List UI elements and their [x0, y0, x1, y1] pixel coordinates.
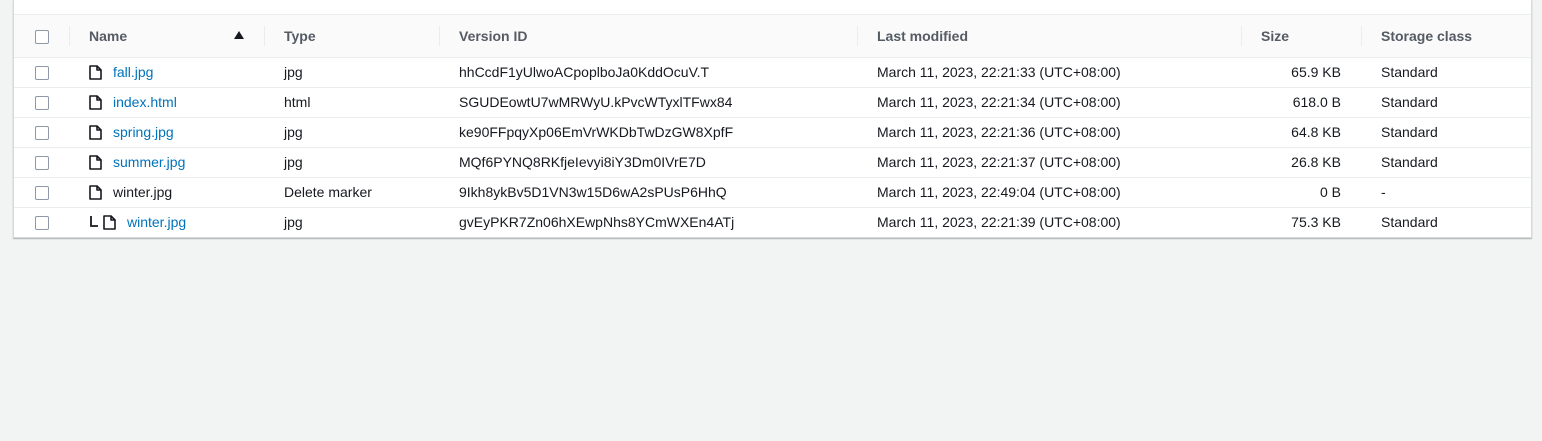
select-all-header	[14, 15, 69, 58]
name-cell: summer.jpg	[69, 147, 264, 178]
row-checkbox[interactable]	[35, 126, 49, 141]
column-header-version-id[interactable]: Version ID	[439, 15, 857, 58]
storage-class-cell: Standard	[1361, 117, 1531, 148]
object-name-link[interactable]: spring.jpg	[113, 124, 174, 140]
row-select-cell	[14, 147, 69, 178]
last-modified-cell: March 11, 2023, 22:21:36 (UTC+08:00)	[857, 117, 1241, 148]
row-checkbox[interactable]	[35, 186, 49, 201]
column-header-storage-class[interactable]: Storage class	[1361, 15, 1531, 58]
objects-table-panel: Name Type Version ID Last modified Size …	[13, 0, 1532, 238]
storage-class-cell: -	[1361, 177, 1531, 208]
storage-class-cell: Standard	[1361, 57, 1531, 88]
file-icon	[89, 95, 102, 110]
size-cell: 75.3 KB	[1291, 214, 1341, 231]
column-header-label: Last modified	[877, 27, 969, 44]
column-header-name[interactable]: Name	[69, 15, 264, 58]
row-select-cell	[14, 87, 69, 118]
last-modified-cell: March 11, 2023, 22:21:37 (UTC+08:00)	[857, 147, 1241, 178]
column-header-type[interactable]: Type	[264, 15, 439, 58]
row-checkbox[interactable]	[35, 156, 49, 171]
name-cell: fall.jpg	[69, 57, 264, 88]
column-header-label: Size	[1261, 27, 1290, 44]
version-id-cell: ke90FFpqyXp06EmVrWKDbTwDzGW8XpfF	[439, 117, 857, 148]
table-row: spring.jpg jpg ke90FFpqyXp06EmVrWKDbTwDz…	[14, 117, 1531, 148]
object-name-link[interactable]: winter.jpg	[127, 214, 186, 230]
table-row: winter.jpg Delete marker 9Ikh8ykBv5D1VN3…	[14, 177, 1531, 208]
size-cell: 65.9 KB	[1241, 57, 1361, 88]
table-row: summer.jpg jpg MQf6PYNQ8RKfjeIevyi8iY3Dm…	[14, 147, 1531, 178]
panel-top-strip	[14, 0, 1531, 15]
type-cell: jpg	[284, 214, 303, 231]
file-icon	[103, 215, 116, 231]
size-cell: 26.8 KB	[1241, 147, 1361, 178]
row-checkbox[interactable]	[35, 66, 49, 81]
last-modified-cell: March 11, 2023, 22:49:04 (UTC+08:00)	[857, 177, 1241, 208]
row-select-cell	[14, 117, 69, 148]
object-name-link[interactable]: summer.jpg	[113, 154, 185, 170]
column-header-label: Storage class	[1381, 27, 1473, 44]
version-id-cell: 9Ikh8ykBv5D1VN3w15D6wA2sPUsP6HhQ	[439, 177, 857, 208]
file-icon	[89, 65, 102, 80]
name-cell: spring.jpg	[69, 117, 264, 148]
column-header-label: Name	[89, 27, 128, 44]
name-cell: winter.jpg	[69, 207, 264, 237]
column-header-last-modified[interactable]: Last modified	[857, 15, 1241, 58]
version-branch-icon	[90, 216, 98, 228]
row-select-cell	[14, 57, 69, 88]
column-header-label: Type	[284, 27, 316, 44]
object-name-text: winter.jpg	[113, 184, 173, 200]
last-modified-cell: March 11, 2023, 22:21:39 (UTC+08:00)	[877, 214, 1121, 231]
object-name-link[interactable]: fall.jpg	[113, 64, 153, 80]
row-select-cell	[14, 177, 69, 208]
file-icon	[89, 155, 102, 170]
column-header-label: Version ID	[459, 27, 528, 44]
object-name-link[interactable]: index.html	[113, 94, 177, 110]
storage-class-cell: Standard	[1381, 214, 1438, 231]
size-cell: 0 B	[1241, 177, 1361, 208]
storage-class-cell: Standard	[1361, 87, 1531, 118]
version-id-cell: SGUDEowtU7wMRWyU.kPvcWTyxlTFwx84	[439, 87, 857, 118]
name-cell: index.html	[69, 87, 264, 118]
file-icon	[89, 185, 102, 200]
version-id-cell: MQf6PYNQ8RKfjeIevyi8iY3Dm0IVrE7D	[439, 147, 857, 178]
size-cell: 618.0 B	[1241, 87, 1361, 118]
table-row: winter.jpg jpg gvEyPKR7Zn06hXEwpNhs8YCmW…	[14, 207, 1531, 237]
object-versions-table: Name Type Version ID Last modified Size …	[14, 15, 1531, 237]
storage-class-cell: Standard	[1361, 147, 1531, 178]
last-modified-cell: March 11, 2023, 22:21:34 (UTC+08:00)	[857, 87, 1241, 118]
type-cell: html	[264, 87, 439, 118]
row-select-cell	[14, 207, 69, 237]
size-cell: 64.8 KB	[1241, 117, 1361, 148]
table-header-row: Name Type Version ID Last modified Size …	[14, 15, 1531, 58]
version-id-cell: gvEyPKR7Zn06hXEwpNhs8YCmWXEn4ATj	[459, 214, 735, 231]
file-icon	[89, 125, 102, 140]
table-row: fall.jpg jpg hhCcdF1yUlwoACpoplboJa0KddO…	[14, 57, 1531, 88]
version-id-cell: hhCcdF1yUlwoACpoplboJa0KddOcuV.T	[439, 57, 857, 88]
type-cell: jpg	[264, 57, 439, 88]
column-header-size[interactable]: Size	[1241, 15, 1361, 58]
row-checkbox[interactable]	[35, 96, 49, 111]
type-cell: Delete marker	[264, 177, 439, 208]
table-row: index.html html SGUDEowtU7wMRWyU.kPvcWTy…	[14, 87, 1531, 118]
type-cell: jpg	[264, 147, 439, 178]
type-cell: jpg	[264, 117, 439, 148]
sort-ascending-icon[interactable]	[234, 31, 244, 39]
row-checkbox[interactable]	[35, 216, 49, 231]
select-all-checkbox[interactable]	[35, 29, 49, 44]
name-cell: winter.jpg	[69, 177, 264, 208]
last-modified-cell: March 11, 2023, 22:21:33 (UTC+08:00)	[857, 57, 1241, 88]
